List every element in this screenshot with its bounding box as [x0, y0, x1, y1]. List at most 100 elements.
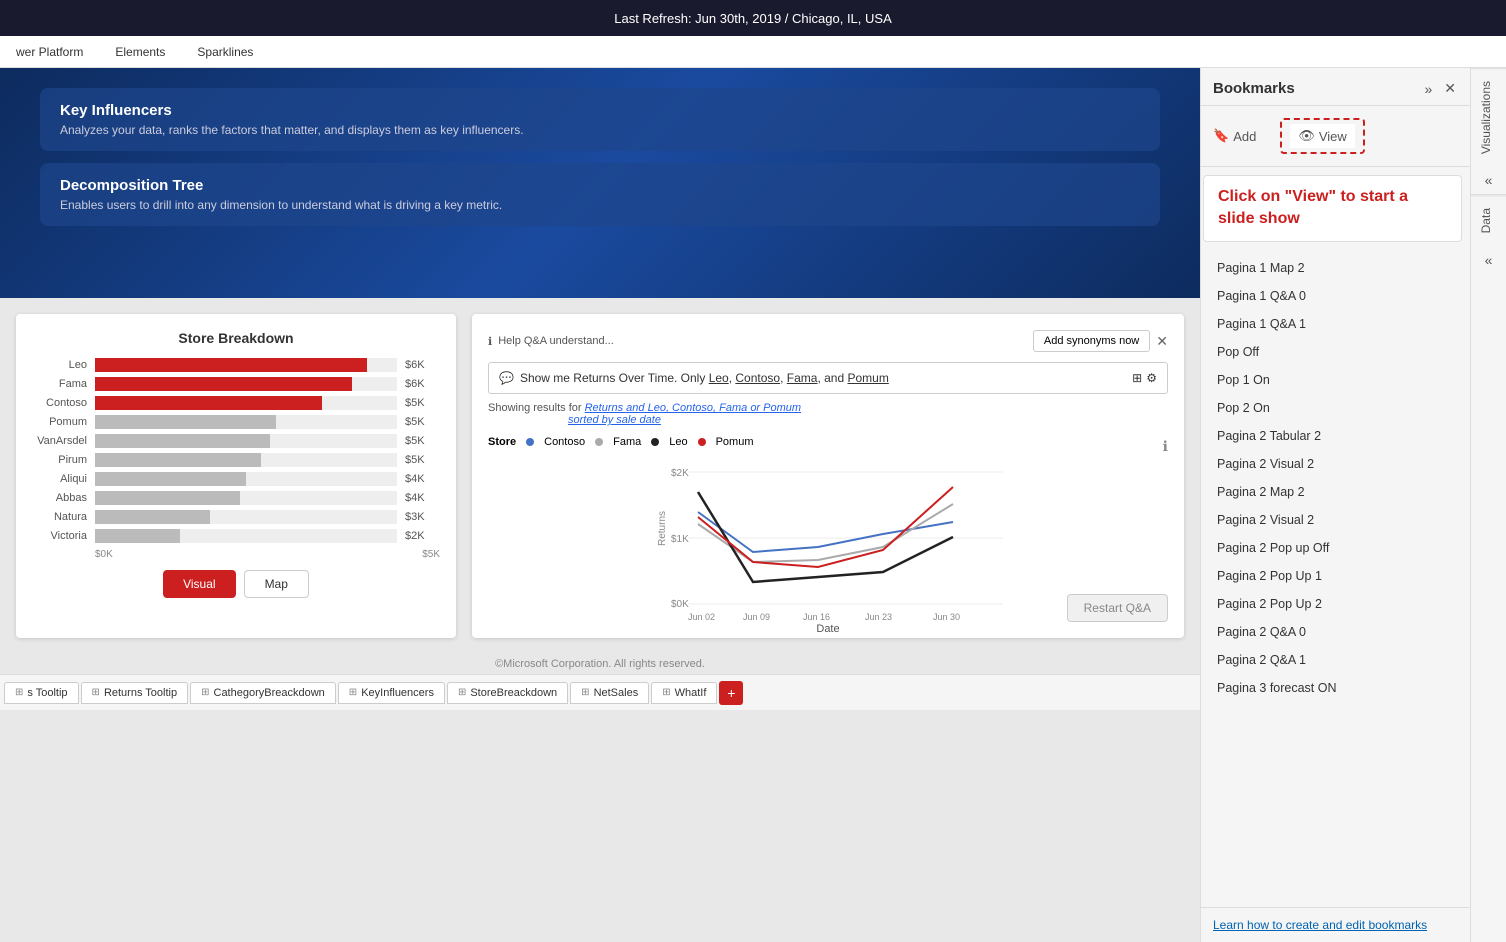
bookmark-item[interactable]: Pagina 2 Tabular 2	[1201, 422, 1470, 450]
results-link[interactable]: Returns and Leo, Contoso, Fama or Pomum	[585, 402, 801, 414]
bookmark-item[interactable]: Pagina 2 Q&A 0	[1201, 618, 1470, 646]
bar-fill	[95, 396, 322, 410]
bar-fill	[95, 415, 276, 429]
bottom-tab[interactable]: ⊞Returns Tooltip	[81, 682, 189, 704]
bottom-tab[interactable]: ⊞ WhatIf	[651, 682, 717, 704]
svg-text:Jun 16: Jun 16	[803, 612, 830, 622]
bar-fill	[95, 453, 261, 467]
bar-row: Contoso $5K	[32, 396, 440, 410]
key-influencers-card: Key Influencers Analyzes your data, rank…	[40, 88, 1160, 151]
close-panel-button[interactable]: ✕	[1442, 78, 1458, 99]
add-synonyms-button[interactable]: Add synonyms now	[1033, 330, 1150, 352]
bookmark-item[interactable]: Pop 2 On	[1201, 394, 1470, 422]
chat-icon: 💬	[499, 371, 514, 385]
legend-label: Fama	[613, 436, 641, 448]
tab-label: WhatIf	[675, 687, 707, 699]
qa-help: ℹ Help Q&A understand...	[488, 335, 614, 348]
bar-container	[95, 358, 397, 372]
tab-icon: ⊞	[92, 687, 100, 698]
info-icon: ℹ	[488, 335, 492, 348]
add-bookmark-button[interactable]: 🔖 Add	[1213, 114, 1256, 158]
bookmark-item[interactable]: Pagina 2 Map 2	[1201, 478, 1470, 506]
bar-label: Pirum	[32, 454, 87, 466]
bar-value: $5K	[405, 454, 440, 466]
view-bookmark-button[interactable]: 👁 View	[1290, 124, 1354, 148]
collapse-right-button[interactable]: «	[1471, 166, 1506, 195]
bottom-tabs: ⊞s Tooltip⊞Returns Tooltip⊞CathegoryBrea…	[0, 674, 1200, 710]
bookmark-item[interactable]: Pagina 1 Map 2	[1201, 254, 1470, 282]
bookmark-item[interactable]: Pagina 2 Visual 2	[1201, 450, 1470, 478]
bookmark-item[interactable]: Pagina 3 forecast ON	[1201, 674, 1470, 702]
add-tab-button[interactable]: +	[719, 681, 743, 705]
share-icon[interactable]: ⊞	[1132, 371, 1142, 385]
canvas-top: Key Influencers Analyzes your data, rank…	[0, 68, 1200, 298]
tooltip-text: Click on "View" to start a slide show	[1218, 188, 1408, 227]
tab-icon: ⊞	[458, 687, 466, 698]
legend-dot	[595, 438, 603, 446]
bookmark-item[interactable]: Pagina 1 Q&A 0	[1201, 282, 1470, 310]
visual-button[interactable]: Visual	[163, 570, 235, 598]
map-button[interactable]: Map	[244, 570, 309, 598]
bar-label: Fama	[32, 378, 87, 390]
store-breakdown-card: Store Breakdown Leo $6K Fama $6K Contoso…	[16, 314, 456, 638]
bar-row: VanArsdel $5K	[32, 434, 440, 448]
bar-label: Abbas	[32, 492, 87, 504]
tab-icon: ⊞	[662, 687, 670, 698]
bar-fill	[95, 434, 270, 448]
bar-fill	[95, 472, 246, 486]
bar-container	[95, 415, 397, 429]
top-bar: Last Refresh: Jun 30th, 2019 / Chicago, …	[0, 0, 1506, 36]
restart-qa-button[interactable]: Restart Q&A	[1067, 594, 1168, 622]
qa-header: ℹ Help Q&A understand... Add synonyms no…	[488, 330, 1168, 352]
collapsed-tab-visualizations[interactable]: Visualizations	[1471, 68, 1506, 166]
far-right-panels: Visualizations « Data «	[1470, 68, 1506, 942]
bar-container	[95, 510, 397, 524]
svg-text:$0K: $0K	[671, 599, 689, 610]
qa-input-area[interactable]: 💬 Show me Returns Over Time. Only Leo, C…	[488, 362, 1168, 394]
bookmark-item[interactable]: Pagina 1 Q&A 1	[1201, 310, 1470, 338]
bottom-tab[interactable]: ⊞KeyInfluencers	[338, 682, 445, 704]
legend-label: Contoso	[544, 436, 585, 448]
tab-sparklines[interactable]: Sparklines	[189, 41, 261, 63]
bookmark-item[interactable]: Pop Off	[1201, 338, 1470, 366]
decomposition-tree-card: Decomposition Tree Enables users to dril…	[40, 163, 1160, 226]
bar-label: Leo	[32, 359, 87, 371]
bar-value: $5K	[405, 397, 440, 409]
settings-icon[interactable]: ⚙	[1146, 371, 1157, 385]
results-label: Showing results for	[488, 402, 582, 414]
learn-link[interactable]: Learn how to create and edit bookmarks	[1213, 918, 1427, 932]
panel-actions: 🔖 Add 👁 View	[1201, 106, 1470, 167]
bookmark-item[interactable]: Pagina 2 Q&A 1	[1201, 646, 1470, 674]
svg-text:Jun 30: Jun 30	[933, 612, 960, 622]
bookmark-item[interactable]: Pop 1 On	[1201, 366, 1470, 394]
sorted-by[interactable]: sorted by sale date	[488, 414, 661, 426]
bar-container	[95, 396, 397, 410]
bar-row: Leo $6K	[32, 358, 440, 372]
store-legend: StoreContosoFamaLeoPomum	[488, 436, 754, 448]
expand-panel-button[interactable]: »	[1422, 79, 1434, 99]
bar-value: $4K	[405, 492, 440, 504]
bar-label: Natura	[32, 511, 87, 523]
tab-platform[interactable]: wer Platform	[8, 41, 91, 63]
tab-elements[interactable]: Elements	[107, 41, 173, 63]
bar-value: $5K	[405, 416, 440, 428]
bookmark-item[interactable]: Pagina 2 Pop Up 1	[1201, 562, 1470, 590]
refresh-text: Last Refresh: Jun 30th, 2019 / Chicago, …	[614, 11, 892, 26]
bottom-tab[interactable]: ⊞s Tooltip	[4, 682, 79, 704]
bar-label: Pomum	[32, 416, 87, 428]
bar-container	[95, 472, 397, 486]
bottom-tab[interactable]: ⊞CathegoryBreackdown	[190, 682, 336, 704]
bookmark-item[interactable]: Pagina 2 Pop up Off	[1201, 534, 1470, 562]
collapsed-tab-data[interactable]: Data	[1471, 195, 1506, 245]
tab-label: NetSales	[594, 687, 639, 699]
bookmark-item[interactable]: Pagina 2 Pop Up 2	[1201, 590, 1470, 618]
bar-container	[95, 434, 397, 448]
bookmarks-list[interactable]: Pagina 1 Map 2Pagina 1 Q&A 0Pagina 1 Q&A…	[1201, 250, 1470, 907]
panel-header: Bookmarks » ✕	[1201, 68, 1470, 106]
bottom-tab[interactable]: ⊞NetSales	[570, 682, 649, 704]
bottom-tab[interactable]: ⊞StoreBreackdown	[447, 682, 568, 704]
collapse-data-button[interactable]: «	[1471, 246, 1506, 274]
bookmark-item[interactable]: Pagina 2 Visual 2	[1201, 506, 1470, 534]
qa-card: ℹ Help Q&A understand... Add synonyms no…	[472, 314, 1184, 638]
qa-close-button[interactable]: ✕	[1156, 333, 1168, 350]
